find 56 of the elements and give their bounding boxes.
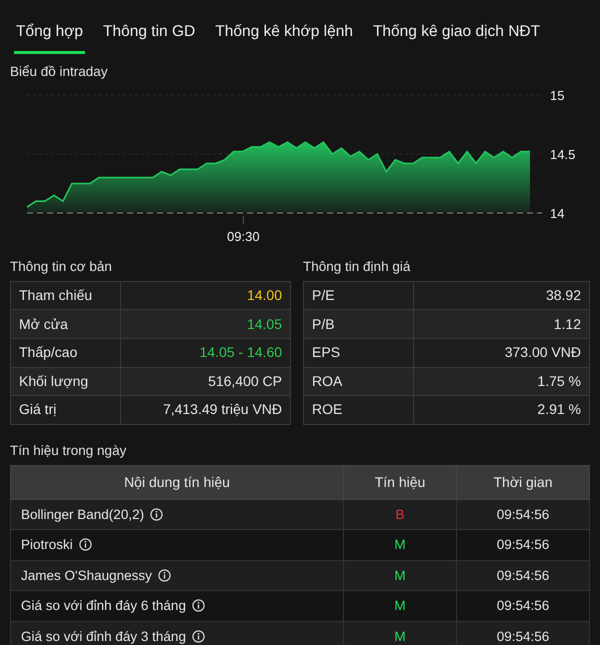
- table-cell: 2.91 %: [414, 396, 590, 424]
- table-cell: 516,400 CP: [120, 367, 291, 396]
- section-title: Thông tin cơ bản: [10, 258, 113, 276]
- signal-value: M: [344, 590, 456, 622]
- table-cell: ROE: [304, 396, 414, 424]
- signal-name: James O'Shaugnessy: [21, 568, 152, 583]
- table-cell: 09:54:56: [456, 499, 590, 530]
- table-cell: ROA: [304, 367, 414, 396]
- signal-value: M: [344, 530, 456, 560]
- table-cell: 14.05: [120, 310, 291, 338]
- signal-value: B: [344, 499, 456, 530]
- table-cell: P/E: [304, 281, 414, 310]
- section-title: Tín hiệu trong ngày: [10, 442, 128, 460]
- signal-value: M: [344, 560, 456, 591]
- table-cell: 09:54:56: [456, 560, 590, 591]
- column-header: Nội dung tín hiệu: [10, 465, 344, 500]
- table-cell: Mở cửa: [10, 310, 120, 338]
- tab[interactable]: Thông tin GD: [101, 18, 198, 54]
- table-cell: Tham chiếu: [10, 281, 120, 310]
- tab[interactable]: Tổng hợp: [14, 18, 86, 54]
- table-cell: 14.00: [120, 281, 291, 310]
- tick-mark: [242, 215, 244, 224]
- axis-label: 14: [550, 206, 564, 220]
- table-cell: Thấp/cao: [10, 338, 120, 368]
- table-cell: EPS: [304, 338, 414, 368]
- signal-name: Giá so với đỉnh đáy 3 tháng: [21, 628, 186, 644]
- column-header: Tín hiệu: [344, 465, 456, 500]
- signal-name: Giá so với đỉnh đáy 6 tháng: [21, 598, 186, 614]
- info-icon[interactable]: [192, 599, 205, 612]
- table-cell: 09:54:56: [456, 590, 590, 622]
- table-cell: Khối lượng: [10, 367, 120, 396]
- table-cell: 7,413.49 triệu VNĐ: [120, 396, 291, 424]
- info-icon[interactable]: [78, 538, 92, 552]
- table-cell: 09:54:56: [456, 530, 590, 560]
- tab[interactable]: Thống kê khớp lệnh: [213, 18, 355, 54]
- info-icon[interactable]: [158, 568, 171, 582]
- table-cell: Giá trị: [10, 396, 120, 424]
- table-cell: 1.75 %: [414, 367, 590, 396]
- axis-label: 15: [550, 88, 564, 102]
- axis-label: 14.5: [550, 146, 576, 162]
- table-cell: 38.92: [414, 281, 590, 310]
- tab[interactable]: Thống kê giao dịch NĐT: [370, 18, 542, 54]
- axis-label: 09:30: [227, 228, 260, 244]
- info-icon[interactable]: [192, 630, 205, 643]
- signal-name: Bollinger Band(20,2): [21, 506, 144, 522]
- signal-value: M: [344, 621, 456, 645]
- column-header: Thời gian: [456, 465, 590, 500]
- table-cell: 1.12: [414, 310, 590, 338]
- table-cell: 09:54:56: [456, 621, 590, 645]
- signal-name: Piotroski: [21, 537, 73, 552]
- section-title: Thông tin định giá: [303, 258, 412, 276]
- table-cell: 14.05 - 14.60: [120, 338, 291, 368]
- table-cell: 373.00 VNĐ: [414, 338, 590, 368]
- info-icon[interactable]: [150, 508, 164, 521]
- table-cell: P/B: [304, 310, 414, 338]
- section-title: Biểu đồ intraday: [10, 63, 109, 82]
